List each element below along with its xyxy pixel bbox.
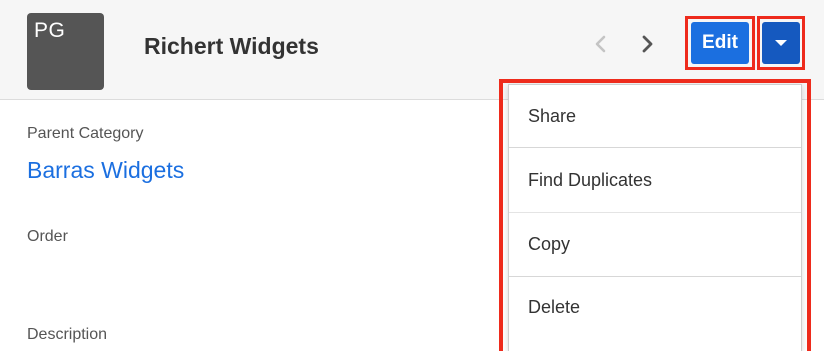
chevron-right-icon [642, 35, 653, 53]
caret-down-icon [775, 40, 787, 46]
actions-menu-highlight [499, 79, 811, 351]
description-label: Description [27, 326, 108, 343]
order-label: Order [27, 228, 68, 245]
avatar: PG [27, 13, 104, 90]
edit-button-highlight: Edit [685, 16, 755, 70]
record-title: Richert Widgets [144, 33, 319, 59]
actions-dropdown-button[interactable] [762, 22, 800, 64]
parent-category-link[interactable]: Barras Widgets [27, 156, 184, 184]
parent-category-label: Parent Category [27, 125, 144, 142]
previous-record-button[interactable] [589, 32, 611, 56]
avatar-initials: PG [34, 19, 66, 42]
chevron-left-icon [595, 35, 606, 53]
edit-button[interactable]: Edit [691, 22, 749, 64]
record-view-page: PG Richert Widgets Edit Parent Category … [0, 0, 824, 351]
actions-dropdown-highlight [757, 16, 805, 70]
next-record-button[interactable] [637, 32, 659, 56]
